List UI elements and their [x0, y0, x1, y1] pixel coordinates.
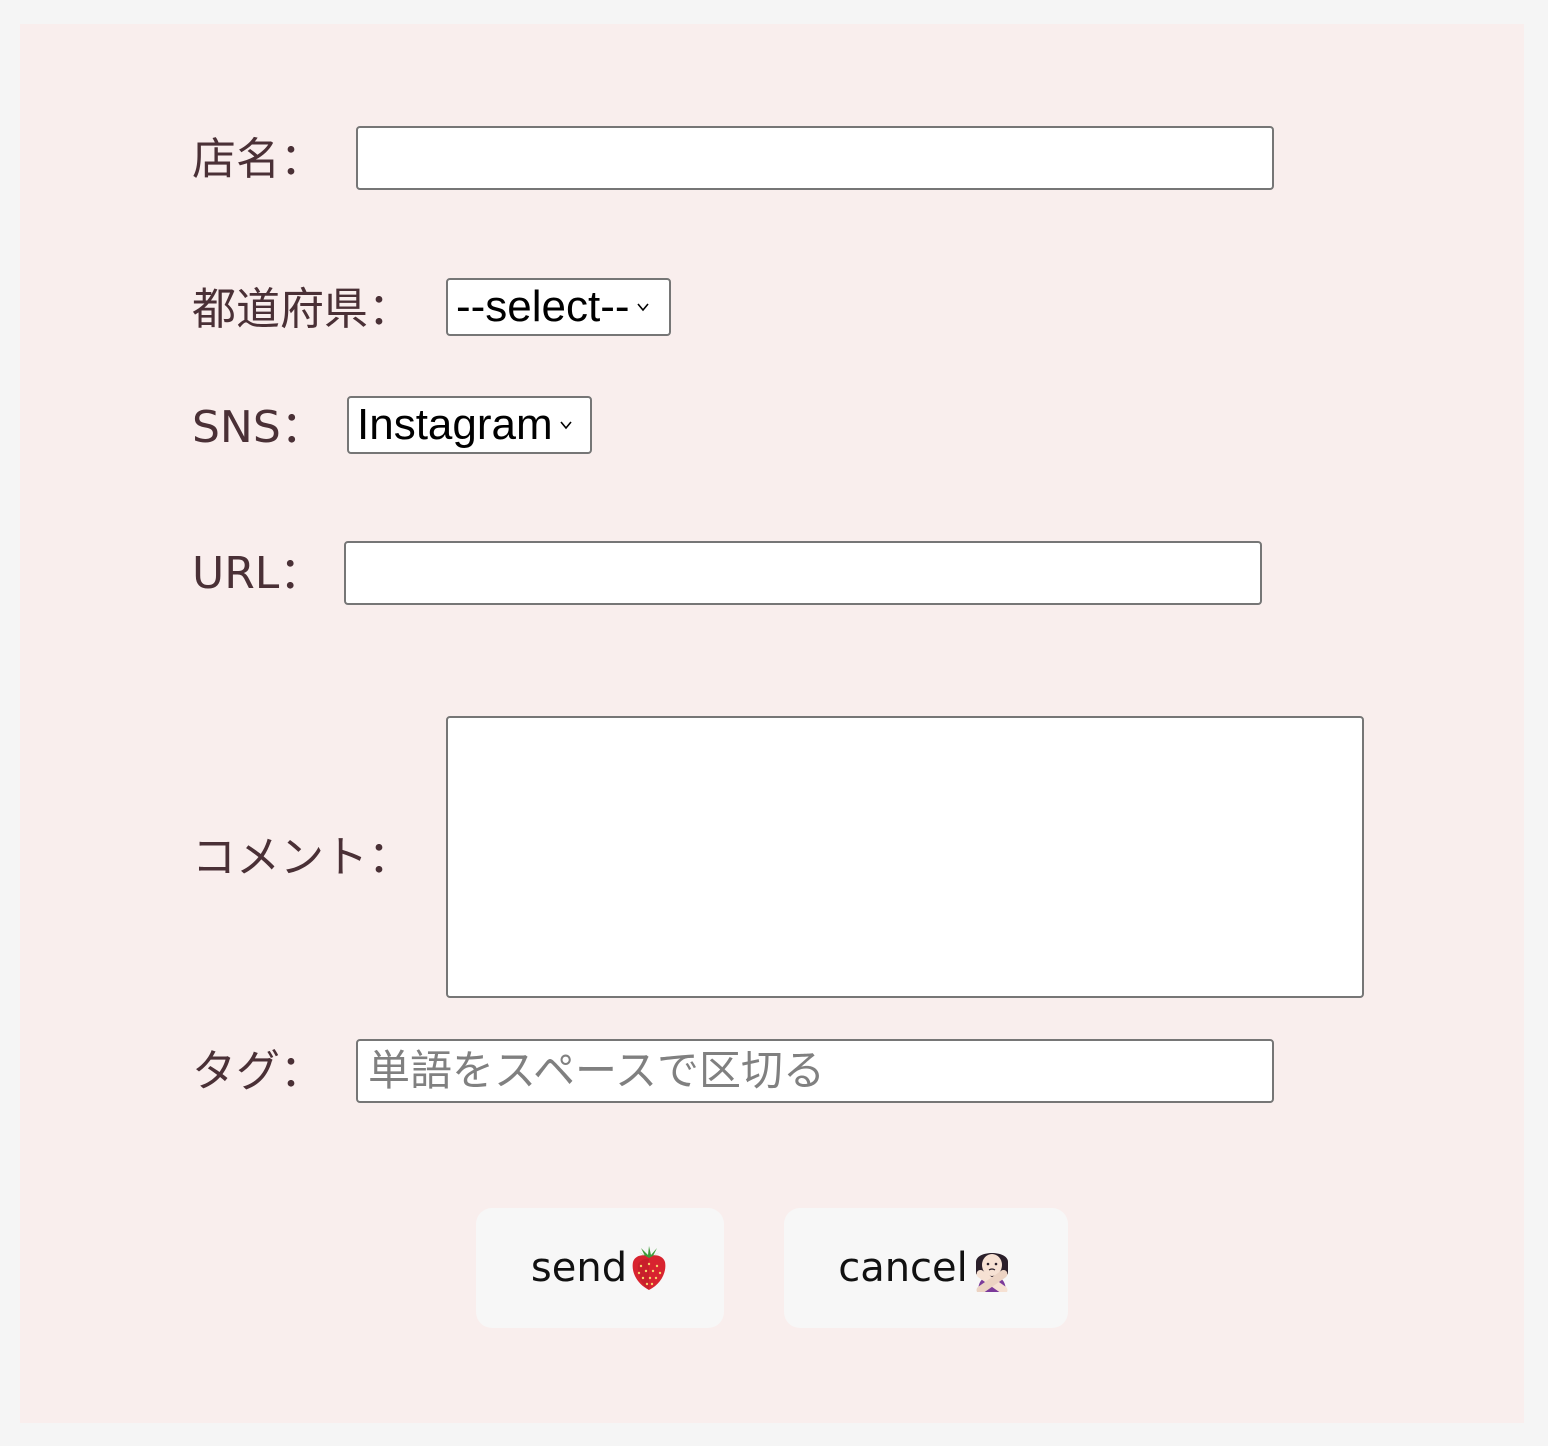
url-label: URL：: [192, 548, 324, 599]
chevron-down-icon: [560, 421, 572, 430]
send-button[interactable]: send: [476, 1208, 724, 1328]
cancel-button-label: cancel: [838, 1245, 968, 1291]
tags-input[interactable]: [356, 1039, 1274, 1103]
comment-label: コメント：: [192, 832, 412, 883]
send-button-label: send: [530, 1245, 628, 1291]
cancel-button[interactable]: cancel: [784, 1208, 1068, 1328]
shop-name-label: 店名：: [192, 134, 324, 185]
sns-select-value: Instagram: [357, 400, 553, 449]
sns-select[interactable]: Instagram: [347, 396, 592, 454]
url-input[interactable]: [344, 541, 1262, 605]
sns-label: SNS：: [192, 402, 325, 453]
shop-name-input[interactable]: [356, 126, 1274, 190]
prefecture-select-value: --select--: [456, 282, 630, 331]
chevron-down-icon: [636, 303, 649, 312]
strawberry-icon: [629, 1244, 669, 1292]
person-gesturing-no-icon: [970, 1244, 1014, 1295]
prefecture-select[interactable]: --select--: [446, 278, 671, 336]
form-panel: 店名： 都道府県： --select-- SNS： Instagram URL：…: [20, 24, 1524, 1423]
tags-label: タグ：: [192, 1046, 324, 1097]
comment-textarea[interactable]: [446, 716, 1364, 998]
prefecture-label: 都道府県：: [192, 284, 412, 335]
